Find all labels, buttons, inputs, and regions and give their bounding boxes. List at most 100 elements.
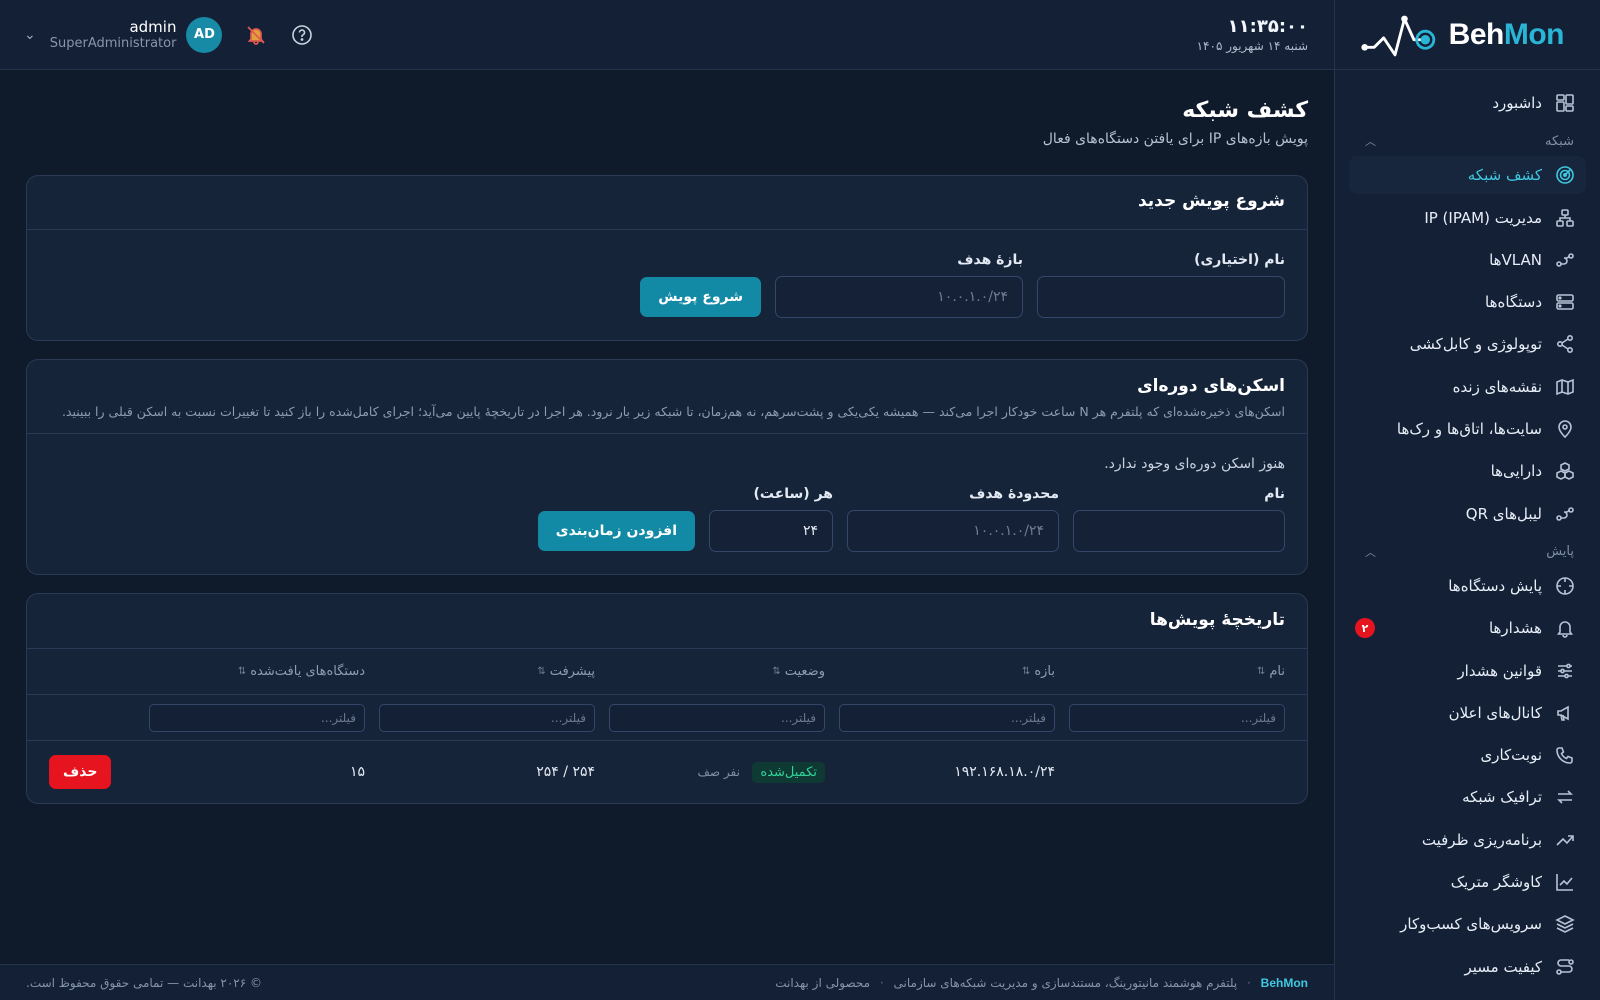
input-placeholder: ۱۰.۰.۱.۰/۲۴ xyxy=(937,289,1008,305)
periodic-scans-card: اسکن‌های دوره‌ای اسکن‌های ذخیره‌شده‌ای ک… xyxy=(26,359,1308,575)
sidebar-item-dashboard[interactable]: داشبورد xyxy=(1349,84,1586,122)
page-subtitle: پویش بازه‌های IP برای یافتن دستگاه‌های ف… xyxy=(1042,131,1308,147)
user-name: admin xyxy=(129,18,177,36)
field-label: بازهٔ هدف xyxy=(957,252,1023,268)
sidebar-item-alert-rules[interactable]: قوانین هشدار xyxy=(1349,652,1586,690)
filter-cell: فیلتر... xyxy=(1055,703,1285,732)
brand[interactable]: BehMon xyxy=(1335,0,1600,70)
crosshair-icon xyxy=(1554,575,1576,597)
sidebar-section-monitoring[interactable]: پایش ︿ xyxy=(1349,537,1586,567)
trend-up-icon xyxy=(1554,829,1576,851)
card-description: اسکن‌های ذخیره‌شده‌ای که پلتفرم هر N ساع… xyxy=(61,404,1285,419)
sidebar-item-label: دستگاه‌ها xyxy=(1485,293,1542,312)
sidebar-item-qr-labels[interactable]: لیبل‌های QR xyxy=(1349,495,1586,533)
scan-history-card: تاریخچهٔ پویش‌ها نام ⇅ بازه ⇅ وضعیت ⇅ پیشرف… xyxy=(26,593,1308,804)
scan-name-field: نام (اختیاری) xyxy=(1037,252,1285,318)
avatar[interactable]: AD xyxy=(186,16,223,53)
sidebar-item-vlans[interactable]: VLANها xyxy=(1349,241,1586,279)
column-header-found[interactable]: دستگاه‌های یافت‌شده ⇅ xyxy=(135,664,365,679)
main: ۱۱:۳۵:۰۰ شنبه ۱۴ شهریور ۱۴۰۵ ⌄ admin Sup… xyxy=(0,0,1334,1000)
sidebar-nav: داشبورد شبکه ︿ کشف شبکه مدیریت IP (IPAM) xyxy=(1335,70,1600,1000)
column-label: بازه xyxy=(1034,664,1055,679)
queue-note: نفر صف xyxy=(697,765,740,779)
sidebar-item-devices[interactable]: دستگاه‌ها xyxy=(1349,283,1586,321)
periodic-interval-field: هر (ساعت) ۲۴ xyxy=(709,486,833,552)
map-icon xyxy=(1554,376,1576,398)
notifications-muted-button[interactable] xyxy=(244,23,268,47)
sidebar-item-label: VLANها xyxy=(1489,250,1542,269)
column-header-progress[interactable]: پیشرفت ⇅ xyxy=(365,664,595,679)
filter-range-input[interactable]: فیلتر... xyxy=(839,703,1055,732)
sidebar-item-alerts[interactable]: هشدارها ۲ xyxy=(1349,609,1586,647)
sidebar-item-oncall[interactable]: نوبت‌کاری xyxy=(1349,736,1586,774)
card-header: شروع پویش جدید xyxy=(27,176,1307,230)
filter-status-input[interactable]: فیلتر... xyxy=(609,703,825,732)
periodic-name-input[interactable] xyxy=(1073,510,1285,552)
empty-state-text: هنوز اسکن دوره‌ای وجود ندارد. xyxy=(1104,456,1285,472)
sidebar-item-live-maps[interactable]: نقشه‌های زنده xyxy=(1349,368,1586,406)
user-role: SuperAdministrator xyxy=(49,36,177,51)
add-schedule-button[interactable]: افزودن زمان‌بندی xyxy=(537,511,695,551)
sidebar-item-label: دارایی‌ها xyxy=(1490,462,1542,481)
location-pin-icon xyxy=(1554,418,1576,440)
column-label: دستگاه‌های یافت‌شده xyxy=(250,664,365,679)
sort-icon: ⇅ xyxy=(237,666,247,677)
filter-name-input[interactable]: فیلتر... xyxy=(1069,703,1285,732)
sidebar-section-network[interactable]: شبکه ︿ xyxy=(1349,126,1586,156)
sidebar-item-label: ترافیک شبکه xyxy=(1462,788,1542,807)
scan-target-input[interactable]: ۱۰.۰.۱.۰/۲۴ xyxy=(775,276,1023,318)
radar-icon xyxy=(1554,164,1576,186)
card-header: تاریخچهٔ پویش‌ها xyxy=(27,594,1307,649)
sidebar-item-ipam[interactable]: مدیریت IP (IPAM) xyxy=(1349,199,1586,237)
route-icon xyxy=(1554,956,1576,978)
brand-part1: Beh xyxy=(1448,17,1505,51)
delete-button[interactable]: حذف xyxy=(49,755,112,789)
column-header-range[interactable]: بازه ⇅ xyxy=(825,664,1055,679)
clock-date: شنبه ۱۴ شهریور ۱۴۰۵ xyxy=(1196,39,1308,53)
column-header-status[interactable]: وضعیت ⇅ xyxy=(595,664,825,679)
start-scan-button[interactable]: شروع پویش xyxy=(640,277,761,317)
sidebar-item-capacity[interactable]: برنامه‌ریزی ظرفیت xyxy=(1349,821,1586,859)
sort-icon: ⇅ xyxy=(1256,666,1266,677)
phone-icon xyxy=(1554,744,1576,766)
brand-part2: Mon xyxy=(1503,17,1565,51)
filter-found-input[interactable]: فیلتر... xyxy=(149,703,365,732)
sidebar-item-label: هشدارها xyxy=(1488,619,1542,638)
scan-target-field: بازهٔ هدف ۱۰.۰.۱.۰/۲۴ xyxy=(775,252,1023,318)
section-label: شبکه xyxy=(1545,133,1574,149)
periodic-target-input[interactable]: ۱۰.۰.۱.۰/۲۴ xyxy=(847,510,1059,552)
sidebar-item-assets[interactable]: دارایی‌ها xyxy=(1349,452,1586,490)
card-body: هنوز اسکن دوره‌ای وجود ندارد. نام محدوده… xyxy=(27,434,1307,574)
user-menu[interactable]: ⌄ admin SuperAdministrator AD xyxy=(24,16,223,53)
field-label: نام xyxy=(1264,486,1285,502)
sidebar-item-business-services[interactable]: سرویس‌های کسب‌وکار xyxy=(1349,905,1586,943)
table-row[interactable]: ۱۹۲.۱۶۸.۱۸.۰/۲۴ تکمیل‌شده نفر صف ۲۵۴ / ۲… xyxy=(27,741,1307,803)
periodic-interval-input[interactable]: ۲۴ xyxy=(709,510,833,552)
footer-brand[interactable]: BehMon xyxy=(1261,976,1308,990)
sidebar-item-metric-explorer[interactable]: کاوشگر متریک xyxy=(1349,863,1586,901)
user-info: admin SuperAdministrator xyxy=(50,18,177,51)
sidebar-item-label: لیبل‌های QR xyxy=(1465,504,1542,523)
sidebar-item-topology[interactable]: توپولوژی و کابل‌کشی xyxy=(1349,325,1586,363)
share-nodes-icon xyxy=(1554,333,1576,355)
card-body: نام (اختیاری) بازهٔ هدف ۱۰.۰.۱.۰/۲۴ شروع… xyxy=(27,230,1307,340)
scan-name-input[interactable] xyxy=(1037,276,1285,318)
help-button[interactable] xyxy=(290,23,314,47)
brand-wordmark: BehMon xyxy=(1448,17,1565,52)
sidebar-item-notification-channels[interactable]: کانال‌های اعلان xyxy=(1349,694,1586,732)
filter-progress-input[interactable]: فیلتر... xyxy=(379,703,595,732)
chevron-up-icon: ︿ xyxy=(1365,135,1376,149)
sidebar-item-network-discovery[interactable]: کشف شبکه xyxy=(1349,156,1586,195)
filter-cell: فیلتر... xyxy=(365,703,595,732)
column-header-name[interactable]: نام ⇅ xyxy=(1055,664,1285,679)
chevron-down-icon: ⌄ xyxy=(24,26,36,43)
sidebar-item-label: کاوشگر متریک xyxy=(1450,873,1542,892)
chevron-up-icon: ︿ xyxy=(1365,545,1376,559)
sidebar-item-sites[interactable]: سایت‌ها، اتاق‌ها و رک‌ها xyxy=(1349,410,1586,448)
sidebar-item-path-quality[interactable]: کیفیت مسیر xyxy=(1349,948,1586,986)
field-label: محدودهٔ هدف xyxy=(969,486,1059,502)
table-filter-row: فیلتر... فیلتر... فیلتر... فیلتر... فیلت… xyxy=(27,695,1307,741)
sidebar-item-traffic[interactable]: ترافیک شبکه xyxy=(1349,778,1586,816)
sidebar-item-device-monitoring[interactable]: پایش دستگاه‌ها xyxy=(1349,567,1586,605)
footer-product: محصولی از بهدانت xyxy=(775,975,871,990)
